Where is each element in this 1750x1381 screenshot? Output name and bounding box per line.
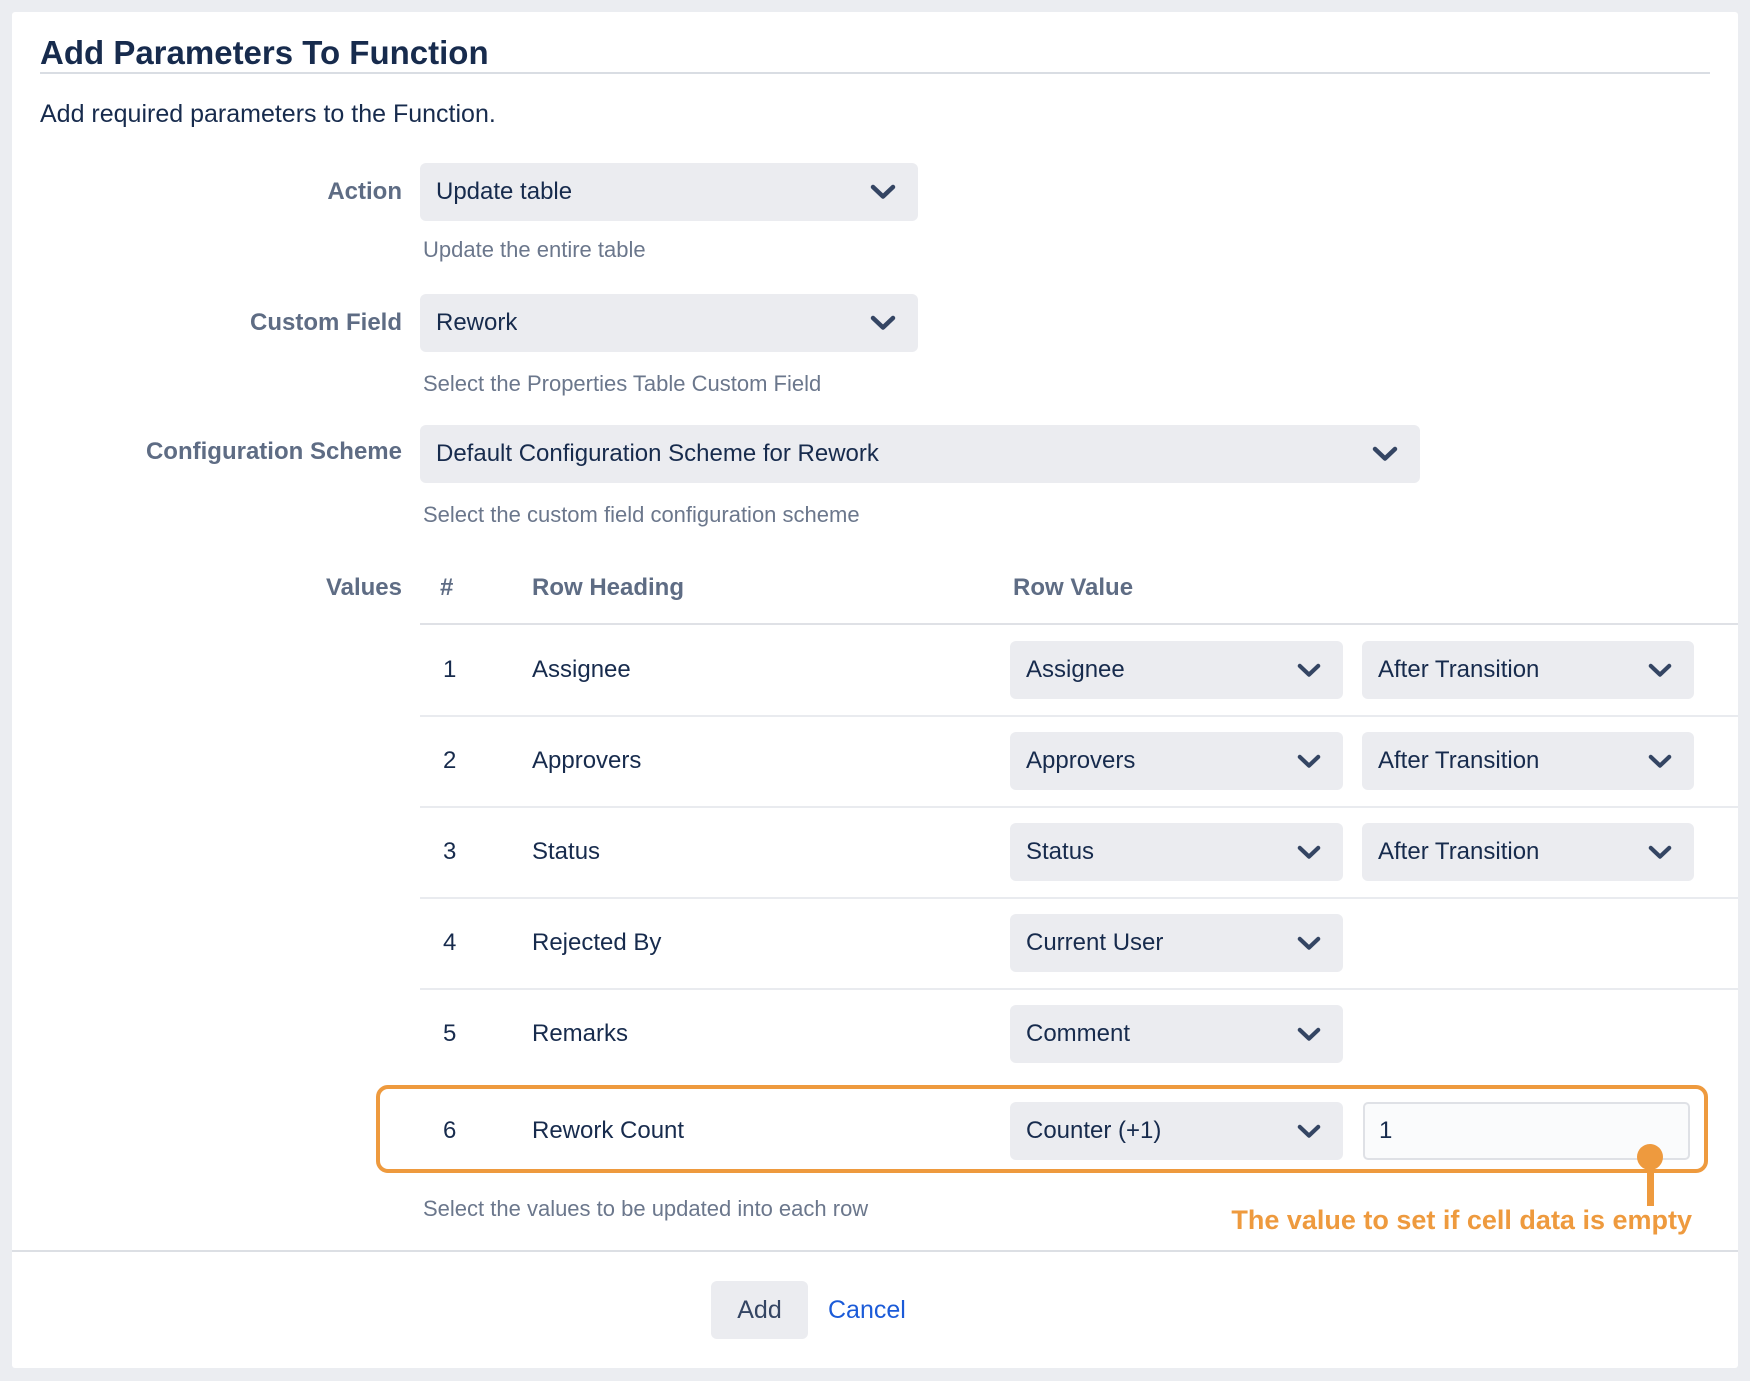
custom-field-select[interactable]: Rework xyxy=(420,294,918,352)
row-heading: Assignee xyxy=(532,655,631,685)
chevron-down-icon xyxy=(870,315,896,331)
callout-text: The value to set if cell data is empty xyxy=(1231,1205,1692,1236)
table-header-divider xyxy=(420,623,1738,625)
row-2-value-select[interactable]: Approvers xyxy=(1010,732,1343,790)
row-3-value-select[interactable]: Status xyxy=(1010,823,1343,881)
page-title: Add Parameters To Function xyxy=(40,34,489,72)
configuration-scheme-hint: Select the custom field configuration sc… xyxy=(423,502,860,528)
row-number: 1 xyxy=(443,655,456,685)
configuration-scheme-label: Configuration Scheme xyxy=(40,437,402,467)
action-label: Action xyxy=(40,177,402,207)
row-divider xyxy=(420,897,1738,899)
row-divider xyxy=(420,715,1738,717)
action-hint: Update the entire table xyxy=(423,237,646,263)
title-divider xyxy=(40,72,1710,74)
row-4-value-select[interactable]: Current User xyxy=(1010,914,1343,972)
chevron-down-icon xyxy=(1297,1027,1321,1042)
row-number: 4 xyxy=(443,928,456,958)
row-2-timing: After Transition xyxy=(1378,747,1539,775)
row-5-value-select[interactable]: Comment xyxy=(1010,1005,1343,1063)
row-2-timing-select[interactable]: After Transition xyxy=(1362,732,1694,790)
row-6-value: Counter (+1) xyxy=(1026,1117,1161,1145)
column-header-row-value: Row Value xyxy=(1013,573,1133,603)
action-select-value: Update table xyxy=(436,178,572,206)
callout-pin-stem xyxy=(1647,1160,1654,1206)
row-heading: Status xyxy=(532,837,600,867)
column-header-num: # xyxy=(440,573,453,603)
custom-field-hint: Select the Properties Table Custom Field xyxy=(423,371,821,397)
row-divider xyxy=(420,988,1738,990)
row-4-value: Current User xyxy=(1026,929,1163,957)
row-3-value: Status xyxy=(1026,838,1094,866)
row-number: 2 xyxy=(443,746,456,776)
chevron-down-icon xyxy=(1297,1124,1321,1139)
footer-divider xyxy=(12,1250,1738,1252)
chevron-down-icon xyxy=(870,184,896,200)
row-3-timing: After Transition xyxy=(1378,838,1539,866)
row-divider xyxy=(420,806,1738,808)
row-1-value-select[interactable]: Assignee xyxy=(1010,641,1343,699)
chevron-down-icon xyxy=(1297,936,1321,951)
row-number: 5 xyxy=(443,1019,456,1049)
add-parameters-dialog: Add Parameters To Function Add required … xyxy=(0,0,1750,1381)
row-1-timing: After Transition xyxy=(1378,656,1539,684)
row-number: 3 xyxy=(443,837,456,867)
configuration-scheme-select-value: Default Configuration Scheme for Rework xyxy=(436,440,879,468)
chevron-down-icon xyxy=(1297,754,1321,769)
row-6-value-select[interactable]: Counter (+1) xyxy=(1010,1102,1343,1160)
chevron-down-icon xyxy=(1297,845,1321,860)
row-1-timing-select[interactable]: After Transition xyxy=(1362,641,1694,699)
cancel-link[interactable]: Cancel xyxy=(828,1281,906,1339)
row-heading: Rejected By xyxy=(532,928,661,958)
row-heading: Remarks xyxy=(532,1019,628,1049)
action-select[interactable]: Update table xyxy=(420,163,918,221)
custom-field-label: Custom Field xyxy=(40,308,402,338)
row-2-value: Approvers xyxy=(1026,747,1135,775)
row-heading: Approvers xyxy=(532,746,641,776)
row-5-value: Comment xyxy=(1026,1020,1130,1048)
row-3-timing-select[interactable]: After Transition xyxy=(1362,823,1694,881)
custom-field-select-value: Rework xyxy=(436,309,517,337)
values-label: Values xyxy=(40,573,402,603)
column-header-row-heading: Row Heading xyxy=(532,573,684,603)
chevron-down-icon xyxy=(1648,663,1672,678)
chevron-down-icon xyxy=(1648,845,1672,860)
add-button[interactable]: Add xyxy=(711,1281,808,1339)
chevron-down-icon xyxy=(1372,446,1398,462)
row-heading: Rework Count xyxy=(532,1116,684,1146)
values-hint: Select the values to be updated into eac… xyxy=(423,1196,868,1222)
page-subtitle: Add required parameters to the Function. xyxy=(40,100,496,129)
row-number: 6 xyxy=(443,1116,456,1146)
chevron-down-icon xyxy=(1648,754,1672,769)
row-1-value: Assignee xyxy=(1026,656,1125,684)
configuration-scheme-select[interactable]: Default Configuration Scheme for Rework xyxy=(420,425,1420,483)
chevron-down-icon xyxy=(1297,663,1321,678)
